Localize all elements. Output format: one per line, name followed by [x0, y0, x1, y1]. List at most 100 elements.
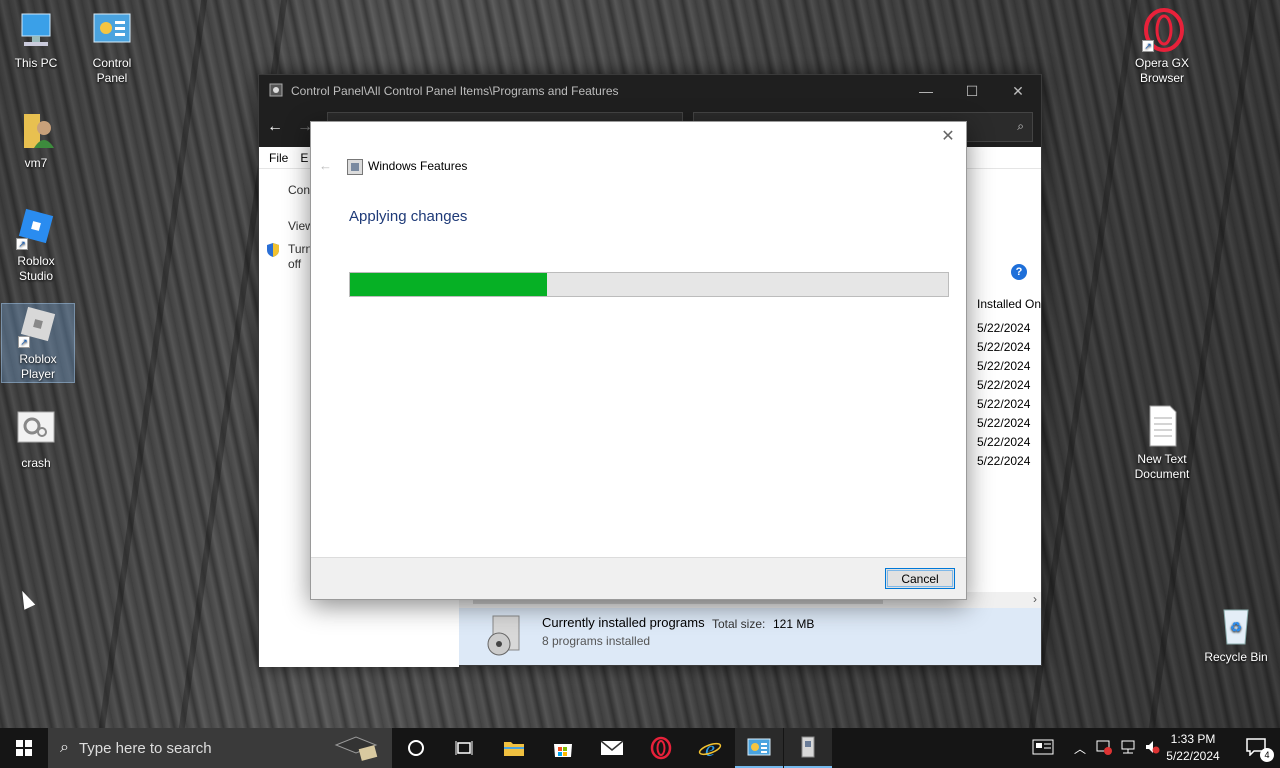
scroll-right-icon[interactable]: › — [1033, 592, 1037, 606]
desktop-icon-new-text-document[interactable]: New Text Document — [1126, 404, 1198, 482]
clock-time: 1:33 PM — [1170, 732, 1216, 746]
desktop-icon-roblox-player[interactable]: ↗ Roblox Player — [1, 303, 75, 383]
opera-gx-icon — [650, 736, 672, 760]
link-turn-windows-features[interactable]: Turn — [288, 242, 312, 256]
desktop-icon-roblox-studio[interactable]: ↗ Roblox Studio — [0, 206, 72, 284]
control-panel-icon — [90, 8, 134, 52]
table-cell-date: 5/22/2024 — [977, 397, 1031, 411]
back-arrow-icon[interactable]: ← — [267, 118, 287, 136]
shortcut-arrow-icon: ↗ — [18, 336, 30, 348]
details-size-value: 121 MB — [773, 617, 815, 631]
internet-explorer-icon: e — [698, 736, 722, 760]
news-widget-icon[interactable] — [1030, 739, 1056, 758]
help-icon[interactable]: ? — [1011, 264, 1027, 280]
table-cell-date: 5/22/2024 — [977, 454, 1031, 468]
taskbar: ⌕ Type here to search e ︿ 1:33 PM 5/22/2… — [0, 728, 1280, 768]
dialog-title: Windows Features — [368, 159, 468, 173]
taskbar-file-explorer[interactable] — [490, 728, 538, 768]
search-icon: ⌕ — [1017, 119, 1024, 133]
desktop-icon-label: Roblox Player — [19, 352, 57, 381]
security-alert-icon[interactable] — [1092, 739, 1116, 758]
microsoft-store-icon — [554, 744, 572, 757]
windows-logo-icon — [16, 740, 32, 756]
taskbar-windows-features[interactable] — [784, 728, 832, 768]
desktop-icon-control-panel[interactable]: Control Panel — [76, 8, 148, 86]
cortana-circle-icon — [408, 740, 424, 756]
graduation-cap-icon — [334, 736, 378, 761]
table-cell-date: 5/22/2024 — [977, 378, 1031, 392]
dialog-back-arrow-icon: ← — [319, 158, 332, 173]
text-document-icon — [1140, 404, 1184, 448]
task-view-icon — [455, 741, 473, 755]
progress-bar-fill — [350, 273, 548, 296]
table-cell-date: 5/22/2024 — [977, 416, 1031, 430]
desktop-icon-this-pc[interactable]: This PC — [0, 8, 72, 71]
mouse-cursor-icon — [16, 588, 36, 610]
task-view-button[interactable] — [440, 728, 488, 768]
maximize-button[interactable]: ☐ — [949, 75, 995, 107]
roblox-studio-icon: ↗ — [14, 206, 58, 250]
svg-text:♻: ♻ — [1230, 619, 1243, 635]
user-folder-icon — [14, 108, 58, 152]
desktop-icon-label: New Text Document — [1134, 452, 1190, 481]
progress-bar — [349, 272, 949, 297]
window-title: Control Panel\All Control Panel Items\Pr… — [291, 84, 619, 98]
dialog-heading: Applying changes — [349, 208, 468, 225]
windows-features-icon — [347, 159, 363, 175]
dialog-close-icon[interactable]: ✕ — [938, 126, 958, 146]
column-header-installed-on[interactable]: Installed On — [977, 297, 1041, 311]
details-title: Currently installed programs — [542, 615, 705, 630]
control-panel-icon — [747, 738, 771, 756]
desktop-icon-vm7[interactable]: vm7 — [0, 108, 72, 171]
close-button[interactable]: ✕ — [995, 75, 1041, 107]
svg-text:e: e — [705, 736, 715, 760]
taskbar-search-box[interactable]: ⌕ Type here to search — [48, 728, 392, 768]
desktop-icon-label: Control Panel — [92, 56, 132, 85]
notification-count-badge: 4 — [1260, 748, 1274, 762]
desktop-icon-recycle-bin[interactable]: ♻ Recycle Bin — [1200, 602, 1272, 665]
taskbar-mail[interactable] — [588, 728, 636, 768]
table-cell-date: 5/22/2024 — [977, 359, 1031, 373]
details-size-label: Total size: — [712, 617, 766, 631]
cortana-button[interactable] — [392, 728, 440, 768]
desktop-icon-crash[interactable]: crash — [0, 408, 72, 471]
desktop-icon-label: vm7 — [24, 156, 48, 170]
system-tray: ︿ — [1030, 728, 1164, 768]
mail-icon — [600, 740, 624, 755]
shortcut-arrow-icon: ↗ — [1142, 40, 1154, 52]
window-titlebar[interactable]: Control Panel\All Control Panel Items\Pr… — [259, 75, 1041, 107]
roblox-player-icon: ↗ — [16, 304, 60, 348]
link-turn-windows-features-line2[interactable]: off — [288, 257, 301, 271]
taskbar-control-panel[interactable] — [735, 728, 783, 768]
windows-features-dialog: ✕ ← Windows Features Applying changes Ca… — [310, 121, 967, 600]
show-hidden-icons-chevron-icon[interactable]: ︿ — [1068, 740, 1092, 757]
table-cell-date: 5/22/2024 — [977, 321, 1031, 335]
details-pane: Currently installed programs Total size:… — [459, 608, 1041, 665]
details-program-count: 8 programs installed — [542, 634, 651, 648]
minimize-button[interactable]: — — [903, 75, 949, 107]
start-button[interactable] — [0, 728, 48, 768]
taskbar-clock[interactable]: 1:33 PM 5/22/2024 — [1158, 731, 1228, 765]
search-placeholder: Type here to search — [78, 739, 212, 757]
shield-icon — [267, 243, 279, 257]
menu-file[interactable]: File — [269, 151, 288, 165]
desktop-icon-label: crash — [21, 456, 51, 470]
settings-file-icon — [14, 408, 58, 452]
desktop-icon-opera-gx[interactable]: ↗ Opera GX Browser — [1126, 8, 1198, 86]
clock-date: 5/22/2024 — [1166, 749, 1220, 763]
taskbar-opera-gx[interactable] — [637, 728, 685, 768]
desktop-icon-label: Roblox Studio — [17, 254, 55, 283]
action-center-button[interactable]: 4 — [1246, 738, 1274, 762]
this-pc-icon — [14, 8, 58, 52]
search-icon: ⌕ — [60, 739, 69, 756]
recycle-bin-icon: ♻ — [1214, 602, 1258, 646]
taskbar-internet-explorer[interactable]: e — [686, 728, 734, 768]
network-icon[interactable] — [1116, 739, 1140, 758]
control-panel-small-icon — [269, 83, 283, 100]
opera-gx-icon: ↗ — [1140, 8, 1184, 52]
menu-edit[interactable]: E — [300, 151, 308, 165]
table-cell-date: 5/22/2024 — [977, 340, 1031, 354]
file-explorer-icon — [504, 742, 524, 756]
cancel-button[interactable]: Cancel — [885, 568, 955, 589]
taskbar-microsoft-store[interactable] — [539, 728, 587, 768]
